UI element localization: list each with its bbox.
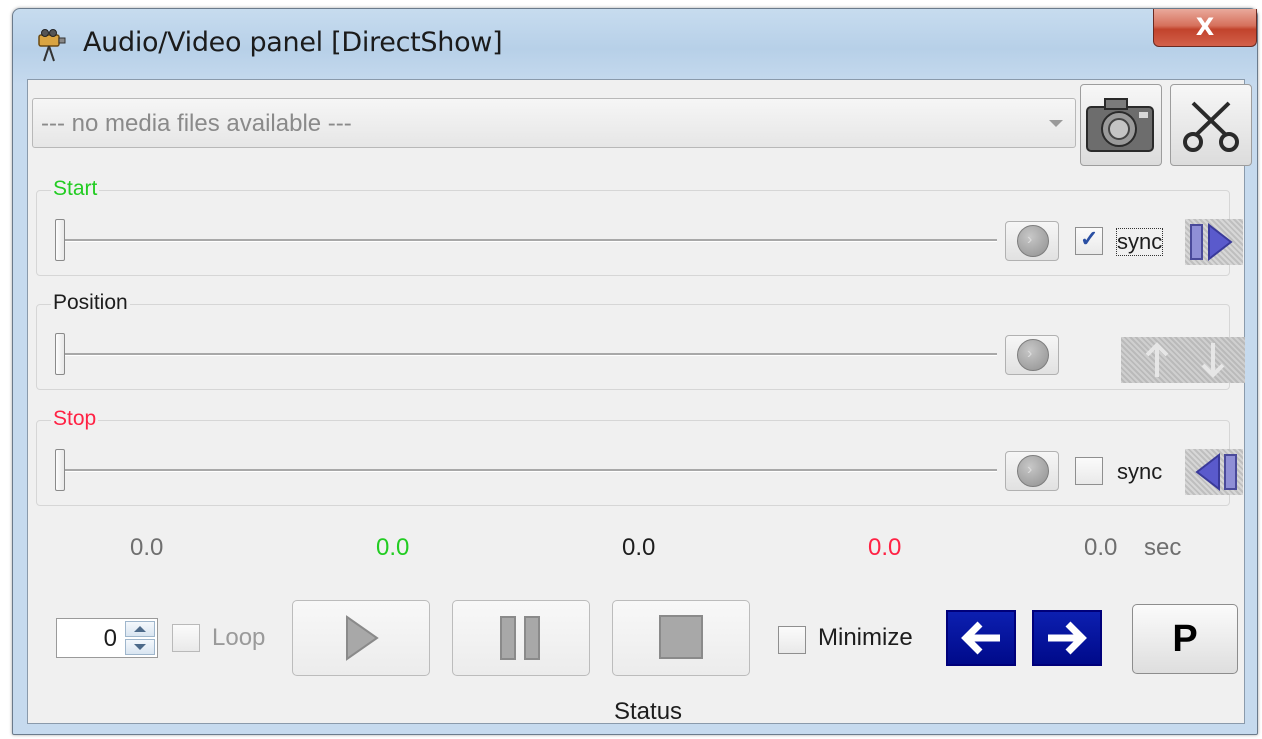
position-set-button[interactable]: › xyxy=(1005,335,1059,375)
start-sync-label: sync xyxy=(1115,228,1164,256)
position-slider-track[interactable] xyxy=(59,353,997,356)
minimize-checkbox[interactable] xyxy=(778,626,806,654)
media-file-select-value: --- no media files available --- xyxy=(41,110,352,137)
stop-slider-track[interactable] xyxy=(59,469,997,472)
jump-to-start-button[interactable] xyxy=(1185,219,1243,265)
previous-button[interactable] xyxy=(946,610,1016,666)
position-time-value: 0.0 xyxy=(622,534,656,561)
start-group: Start › ✓ sync xyxy=(36,177,1243,276)
next-button[interactable] xyxy=(1032,610,1102,666)
time-unit-label: sec xyxy=(1144,534,1182,561)
arrow-up-down-icon xyxy=(1145,342,1225,378)
arrow-left-icon xyxy=(961,621,1000,655)
projector-icon xyxy=(38,29,66,62)
start-set-button[interactable]: › xyxy=(1005,221,1059,261)
checkmark-icon: ✓ xyxy=(1080,226,1099,251)
duration-time-value: 0.0 xyxy=(1084,534,1118,561)
stop-button[interactable] xyxy=(612,600,750,676)
spin-up-button[interactable] xyxy=(125,621,155,637)
play-button[interactable] xyxy=(292,600,430,676)
position-up-down-buttons[interactable] xyxy=(1121,337,1245,383)
stop-sync-checkbox[interactable] xyxy=(1075,457,1103,485)
window-title: Audio/Video panel [DirectShow] xyxy=(83,27,503,58)
position-group: Position › xyxy=(36,291,1245,390)
spin-down-button[interactable] xyxy=(125,639,155,655)
position-label: Position xyxy=(51,291,130,315)
stop-label: Stop xyxy=(51,407,99,431)
loop-checkbox[interactable] xyxy=(172,624,200,652)
start-label: Start xyxy=(51,177,100,201)
close-button[interactable]: X xyxy=(1153,9,1257,47)
scissors-icon xyxy=(1183,101,1239,152)
status-label: Status xyxy=(614,698,683,725)
start-slider-thumb[interactable] xyxy=(55,219,65,261)
snapshot-button[interactable] xyxy=(1080,84,1162,166)
record-icon: › xyxy=(1017,225,1049,257)
stop-sync-label: sync xyxy=(1117,459,1163,484)
arrow-left-bar-icon xyxy=(1195,452,1237,492)
pause-icon xyxy=(500,616,540,660)
title-bar[interactable]: Audio/Video panel [DirectShow] X xyxy=(13,9,1257,81)
loop-label: Loop xyxy=(212,624,266,651)
current-time-value: 0.0 xyxy=(130,534,164,561)
stop-time-value: 0.0 xyxy=(868,534,902,561)
p-button[interactable]: P xyxy=(1132,604,1238,674)
position-slider-thumb[interactable] xyxy=(55,333,65,375)
loop-count-spinner[interactable]: 0 xyxy=(56,618,158,658)
stop-set-button[interactable]: › xyxy=(1005,451,1059,491)
chevron-down-icon xyxy=(1049,120,1063,127)
camera-icon xyxy=(1086,98,1154,152)
av-panel-window: Audio/Video panel [DirectShow] X --- no … xyxy=(12,8,1258,735)
start-sync-checkbox[interactable]: ✓ xyxy=(1075,226,1103,255)
panel-body: --- no media files available --- Start ›… xyxy=(27,79,1252,725)
loop-count-value: 0 xyxy=(103,625,117,652)
play-icon xyxy=(346,615,379,661)
start-time-value: 0.0 xyxy=(376,534,410,561)
record-icon: › xyxy=(1017,339,1049,371)
media-file-select[interactable]: --- no media files available --- xyxy=(32,98,1076,148)
record-icon: › xyxy=(1017,455,1049,487)
bar-arrow-right-icon xyxy=(1190,222,1233,262)
stop-group: Stop › sync xyxy=(36,407,1243,506)
stop-icon xyxy=(659,615,703,659)
jump-to-stop-button[interactable] xyxy=(1185,449,1243,495)
arrow-right-icon xyxy=(1048,621,1087,655)
cut-button[interactable] xyxy=(1170,84,1252,166)
stop-slider-thumb[interactable] xyxy=(55,449,65,491)
start-slider-track[interactable] xyxy=(59,239,997,242)
minimize-label: Minimize xyxy=(818,624,913,651)
pause-button[interactable] xyxy=(452,600,590,676)
